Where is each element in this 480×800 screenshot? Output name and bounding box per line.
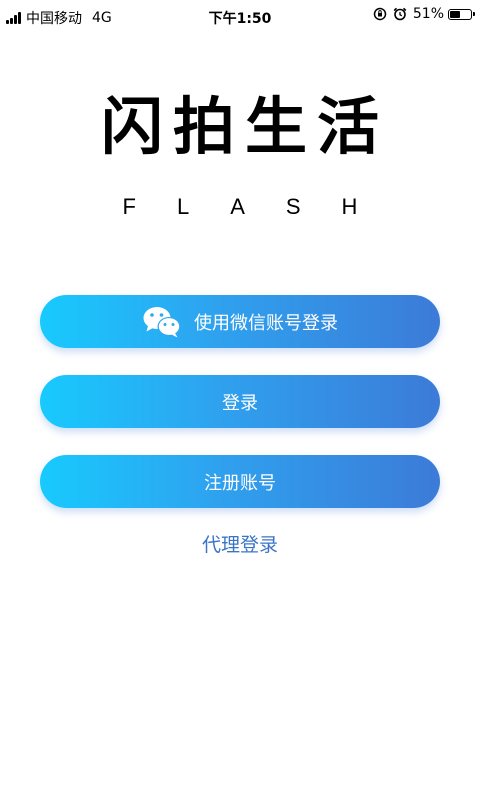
app-logo-title: 闪拍生活 [100,90,389,163]
battery-percent: 51% [412,6,444,22]
wechat-login-label: 使用微信账号登录 [194,312,338,334]
agent-login-link[interactable]: 代理登录 [0,532,480,558]
login-label: 登录 [222,392,258,414]
register-button[interactable]: 注册账号 [40,455,440,508]
orientation-lock-icon [373,7,387,21]
login-button[interactable]: 登录 [40,375,440,428]
app-logo-subtitle: FLASH [122,194,399,219]
register-label: 注册账号 [204,472,276,494]
battery-icon [448,8,475,20]
wechat-login-button[interactable]: 使用微信账号登录 [40,295,440,348]
wechat-icon [143,306,181,337]
alarm-icon [393,7,407,21]
battery-fill [450,10,460,18]
status-bar-right: 51% [373,6,475,22]
status-bar: 中国移动 4G 下午1:50 51% [0,0,480,34]
